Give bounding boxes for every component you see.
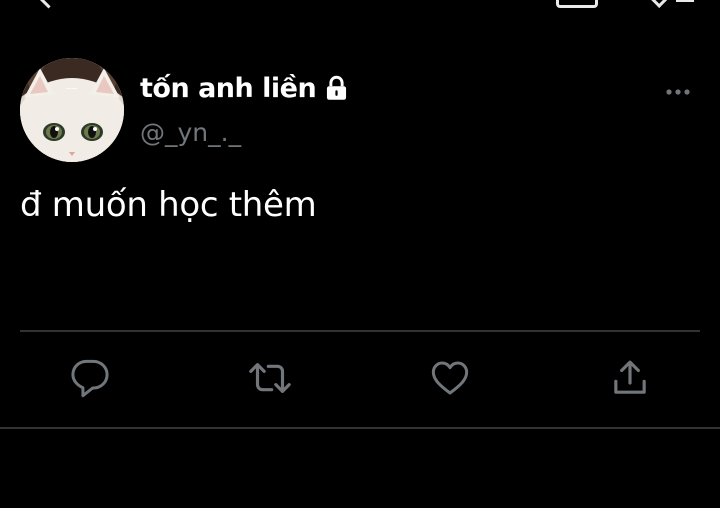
status-icon [676,0,694,2]
share-icon [614,360,646,394]
tweet-text: đ muốn học thêm [20,185,317,225]
avatar-mark: ꟷꟷ [66,85,78,93]
display-name-row[interactable]: tốn anh liền [140,70,350,106]
share-button[interactable] [610,358,650,398]
battery-icon [556,0,598,8]
signal-icon [650,0,667,8]
retweet-icon [249,363,291,393]
reply-icon [71,359,109,398]
like-button[interactable] [430,358,470,398]
divider [0,427,720,429]
display-name[interactable]: tốn anh liền [140,73,317,104]
retweet-button[interactable] [248,358,291,398]
reply-button[interactable] [70,358,110,398]
back-arrow-icon[interactable] [36,0,61,9]
divider [20,330,700,332]
more-horizontal-icon[interactable] [662,80,694,104]
cat-avatar-image: ꟷꟷ [20,58,124,162]
heart-icon [431,361,469,395]
avatar[interactable]: ꟷꟷ [20,58,124,162]
user-handle[interactable]: @_yn_._ [140,118,241,147]
lock-icon [323,75,350,102]
